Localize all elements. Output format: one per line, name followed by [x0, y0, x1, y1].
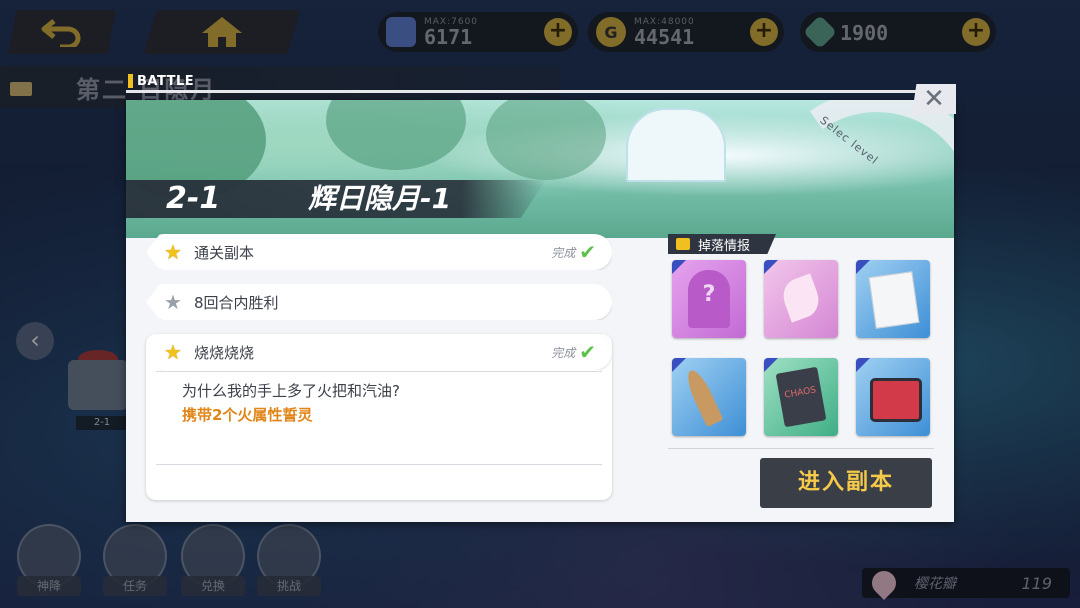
- scroll-paper-icon: [868, 271, 920, 329]
- battle-tag-bar: [128, 74, 133, 88]
- enter-stage-button[interactable]: 进入副本: [760, 458, 932, 508]
- red-device-icon: [870, 378, 922, 422]
- mission-description: 为什么我的手上多了火把和汽油?: [182, 382, 400, 400]
- mission-row[interactable]: ★ 烧烧烧烧 完成 ✔: [146, 334, 612, 370]
- mission-status: 完成 ✔: [551, 340, 596, 364]
- rarity-corner: [856, 358, 870, 372]
- mission-row: ★ 8回合内胜利: [146, 284, 612, 320]
- star-icon: ★: [164, 340, 182, 364]
- drop-item-book[interactable]: CHAOS: [764, 358, 838, 436]
- level-id: 2-1: [166, 181, 221, 216]
- mission-text: 8回合内胜利: [194, 293, 279, 312]
- mission-text: 通关副本: [194, 243, 255, 262]
- battle-tag-text: BATTLE: [137, 73, 195, 89]
- chaos-book-icon: CHAOS: [775, 366, 827, 428]
- check-icon: ✔: [579, 240, 596, 264]
- close-button[interactable]: ✕: [912, 84, 956, 114]
- stage-info-modal: Selec level 2-1 辉日隐月-1 为什么我的手上多了火把和汽油? 携…: [126, 100, 954, 522]
- drops-label: 掉落情报: [698, 238, 751, 254]
- mission-row: ★ 通关副本 完成 ✔: [146, 234, 612, 270]
- rarity-corner: [764, 358, 778, 372]
- chest-icon: [676, 238, 690, 250]
- check-icon: ✔: [579, 340, 596, 364]
- rarity-corner: [856, 260, 870, 274]
- mission-hint: 携带2个火属性誓灵: [182, 406, 313, 424]
- drop-item-petal[interactable]: [764, 260, 838, 338]
- rarity-corner: [764, 260, 778, 274]
- rarity-corner: [672, 358, 686, 372]
- star-icon: ★: [164, 290, 182, 314]
- select-level-ring[interactable]: [741, 100, 954, 238]
- rarity-corner: [672, 260, 686, 274]
- drop-item-device[interactable]: [856, 358, 930, 436]
- status-text: 完成: [551, 245, 576, 260]
- book-title: CHAOS: [783, 385, 817, 401]
- banner-tree: [486, 100, 606, 180]
- status-text: 完成: [551, 345, 576, 360]
- star-icon: ★: [164, 240, 182, 264]
- question-mark-icon: ?: [702, 282, 716, 307]
- drop-item-scroll[interactable]: [856, 260, 930, 338]
- divider: [156, 464, 602, 465]
- divider: [668, 448, 934, 449]
- level-name: 辉日隐月-1: [308, 182, 452, 215]
- drops-header: 掉落情报: [668, 234, 776, 254]
- divider: [156, 371, 602, 372]
- sakura-petal-icon: [778, 273, 824, 323]
- banner-tree: [326, 100, 466, 170]
- battle-tag: BATTLE: [128, 73, 194, 89]
- drop-item-quill[interactable]: [672, 358, 746, 436]
- mission-text: 烧烧烧烧: [194, 343, 255, 362]
- modal-top-line: [126, 90, 954, 93]
- stage-banner: Selec level 2-1 辉日隐月-1: [126, 100, 954, 238]
- drop-item-unknown[interactable]: ?: [672, 260, 746, 338]
- feather-quill-icon: [682, 366, 724, 428]
- greenhouse: [626, 108, 726, 182]
- mission-status: 完成 ✔: [551, 240, 596, 264]
